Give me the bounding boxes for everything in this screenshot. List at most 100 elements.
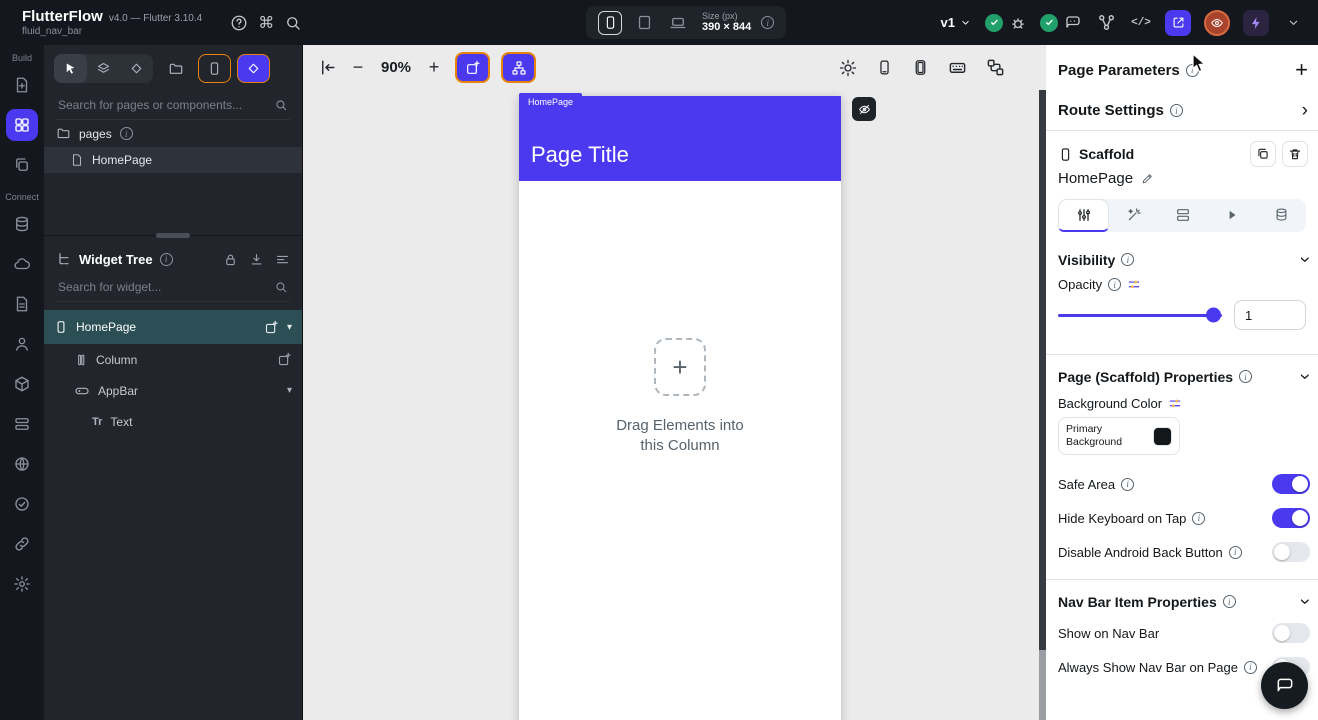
info-icon[interactable]: i (119, 127, 133, 140)
info-icon[interactable]: i (1192, 511, 1206, 525)
info-icon[interactable]: i (1239, 370, 1253, 383)
rail-item-data-types[interactable] (6, 408, 38, 440)
tab-properties[interactable] (1058, 199, 1110, 232)
visibility-section-header[interactable]: Visibility i › (1046, 242, 1318, 269)
info-icon[interactable]: i (1228, 545, 1242, 559)
route-settings-row[interactable]: Route Settings i › (1046, 81, 1318, 120)
zoom-level[interactable]: 90% (381, 59, 411, 76)
tree-item-appbar[interactable]: AppBar ▾ (44, 375, 302, 406)
set-from-variable-icon[interactable] (1127, 278, 1141, 292)
info-icon[interactable]: i (1108, 278, 1122, 291)
hide-keyboard-toggle[interactable] (1272, 508, 1310, 529)
page-item-homepage[interactable]: HomePage (44, 147, 302, 173)
rail-item-page-selector[interactable] (6, 109, 38, 141)
device-desktop-button[interactable] (666, 11, 690, 35)
tree-item-column[interactable]: Column (44, 344, 302, 375)
caret-down-icon[interactable]: ▾ (287, 322, 292, 333)
canvas-scrollbar-thumb[interactable] (1039, 90, 1046, 650)
pages-search-input[interactable] (58, 98, 268, 112)
import-icon[interactable] (249, 252, 264, 267)
shortcuts-button[interactable]: ⌘ (258, 12, 274, 34)
help-button[interactable] (230, 12, 248, 34)
keyboard-icon[interactable] (948, 58, 967, 77)
project-name[interactable]: fluid_nav_bar (22, 26, 202, 37)
components-view-button[interactable] (237, 54, 270, 83)
safe-area-toggle[interactable] (1272, 474, 1310, 495)
set-from-variable-icon[interactable] (1168, 397, 1182, 411)
size-value[interactable]: 390 × 844 (702, 21, 751, 34)
topbar-more-button[interactable] (1282, 12, 1304, 34)
pages-folder-row[interactable]: pages i (44, 120, 302, 147)
info-icon[interactable]: i (159, 252, 173, 266)
tab-actions[interactable] (1208, 199, 1257, 232)
caret-down-icon[interactable]: ▾ (287, 385, 292, 396)
rail-item-integrations[interactable] (6, 528, 38, 560)
pages-view-button[interactable] (198, 54, 231, 83)
info-icon[interactable]: i (1185, 63, 1199, 77)
tree-item-text[interactable]: Tr Text (44, 406, 302, 437)
info-icon[interactable]: i (1121, 477, 1135, 491)
select-mode-button[interactable] (54, 54, 87, 83)
phone-mockup[interactable]: HomePage Page Title + Drag Elements into… (519, 93, 841, 720)
preview-mode-button[interactable] (1204, 9, 1230, 36)
rail-item-settings[interactable] (6, 568, 38, 600)
rail-item-packages[interactable] (6, 368, 38, 400)
layers-mode-button[interactable] (87, 54, 120, 83)
preview-page-body[interactable]: + Drag Elements into this Column (519, 181, 841, 720)
widget-search-input[interactable] (58, 280, 268, 294)
hide-overlays-button[interactable] (852, 97, 876, 121)
opacity-value-input[interactable] (1234, 300, 1306, 330)
pencil-icon[interactable] (1141, 172, 1154, 185)
canvas-flow-icon[interactable] (986, 58, 1005, 77)
storyboard-button[interactable] (1095, 12, 1117, 34)
view-code-button[interactable]: </> (1130, 12, 1152, 34)
device-preview-icon[interactable] (876, 59, 893, 76)
navbar-properties-header[interactable]: Nav Bar Item Properties i › (1046, 580, 1318, 611)
rail-item-database[interactable] (6, 208, 38, 240)
opacity-slider-knob[interactable] (1206, 307, 1221, 323)
device-tablet-button[interactable] (632, 11, 656, 35)
tab-animations[interactable] (1109, 199, 1158, 232)
quick-actions-button[interactable] (1243, 9, 1269, 36)
background-color-picker[interactable]: Primary Background (1058, 417, 1180, 456)
version-selector[interactable]: v1 (941, 15, 972, 30)
appbar-title-text[interactable]: Page Title (531, 142, 629, 168)
rail-item-documents[interactable] (6, 288, 38, 320)
collapse-panel-button[interactable] (318, 58, 337, 77)
widget-tree-tool-button[interactable] (501, 52, 537, 83)
panel-resize-divider[interactable] (44, 233, 302, 247)
delete-widget-button[interactable] (1282, 141, 1308, 167)
disable-back-toggle[interactable] (1272, 542, 1310, 563)
folder-view-button[interactable] (159, 54, 192, 83)
size-info-icon[interactable]: i (761, 16, 775, 29)
lock-icon[interactable] (223, 252, 238, 267)
copy-widget-button[interactable] (1250, 141, 1276, 167)
tree-item-homepage[interactable]: HomePage ▾ (44, 310, 302, 344)
opacity-slider[interactable] (1058, 307, 1222, 323)
drop-zone[interactable]: + (654, 338, 706, 396)
add-widget-icon[interactable] (264, 320, 279, 335)
tab-scroll-settings[interactable] (1158, 199, 1207, 232)
device-phone-button[interactable] (598, 10, 622, 35)
widget-name-row[interactable]: HomePage (1046, 167, 1318, 195)
zoom-in-button[interactable]: + (424, 57, 444, 78)
page-name-tag[interactable]: HomePage (519, 93, 583, 110)
chat-status-group[interactable] (1040, 13, 1082, 32)
design-canvas[interactable]: HomePage Page Title + Drag Elements into… (303, 90, 1046, 720)
tab-state[interactable] (1257, 199, 1306, 232)
divider-drag-handle[interactable] (156, 233, 190, 238)
info-icon[interactable]: i (1243, 660, 1257, 674)
components-mode-button[interactable] (120, 54, 153, 83)
support-chat-button[interactable] (1261, 662, 1308, 709)
rail-item-domain[interactable] (6, 448, 38, 480)
light-mode-icon[interactable] (839, 59, 857, 77)
info-icon[interactable]: i (1121, 253, 1135, 266)
show-on-navbar-toggle[interactable] (1272, 623, 1310, 644)
info-icon[interactable]: i (1169, 104, 1183, 117)
rail-item-dashboard[interactable] (6, 69, 38, 101)
color-swatch[interactable] (1153, 426, 1172, 446)
canvas-scrollbar-track[interactable] (1039, 650, 1046, 720)
scaffold-properties-header[interactable]: Page (Scaffold) Properties i › (1046, 355, 1318, 386)
rail-item-components[interactable] (6, 149, 38, 181)
open-preview-button[interactable] (1165, 9, 1191, 36)
